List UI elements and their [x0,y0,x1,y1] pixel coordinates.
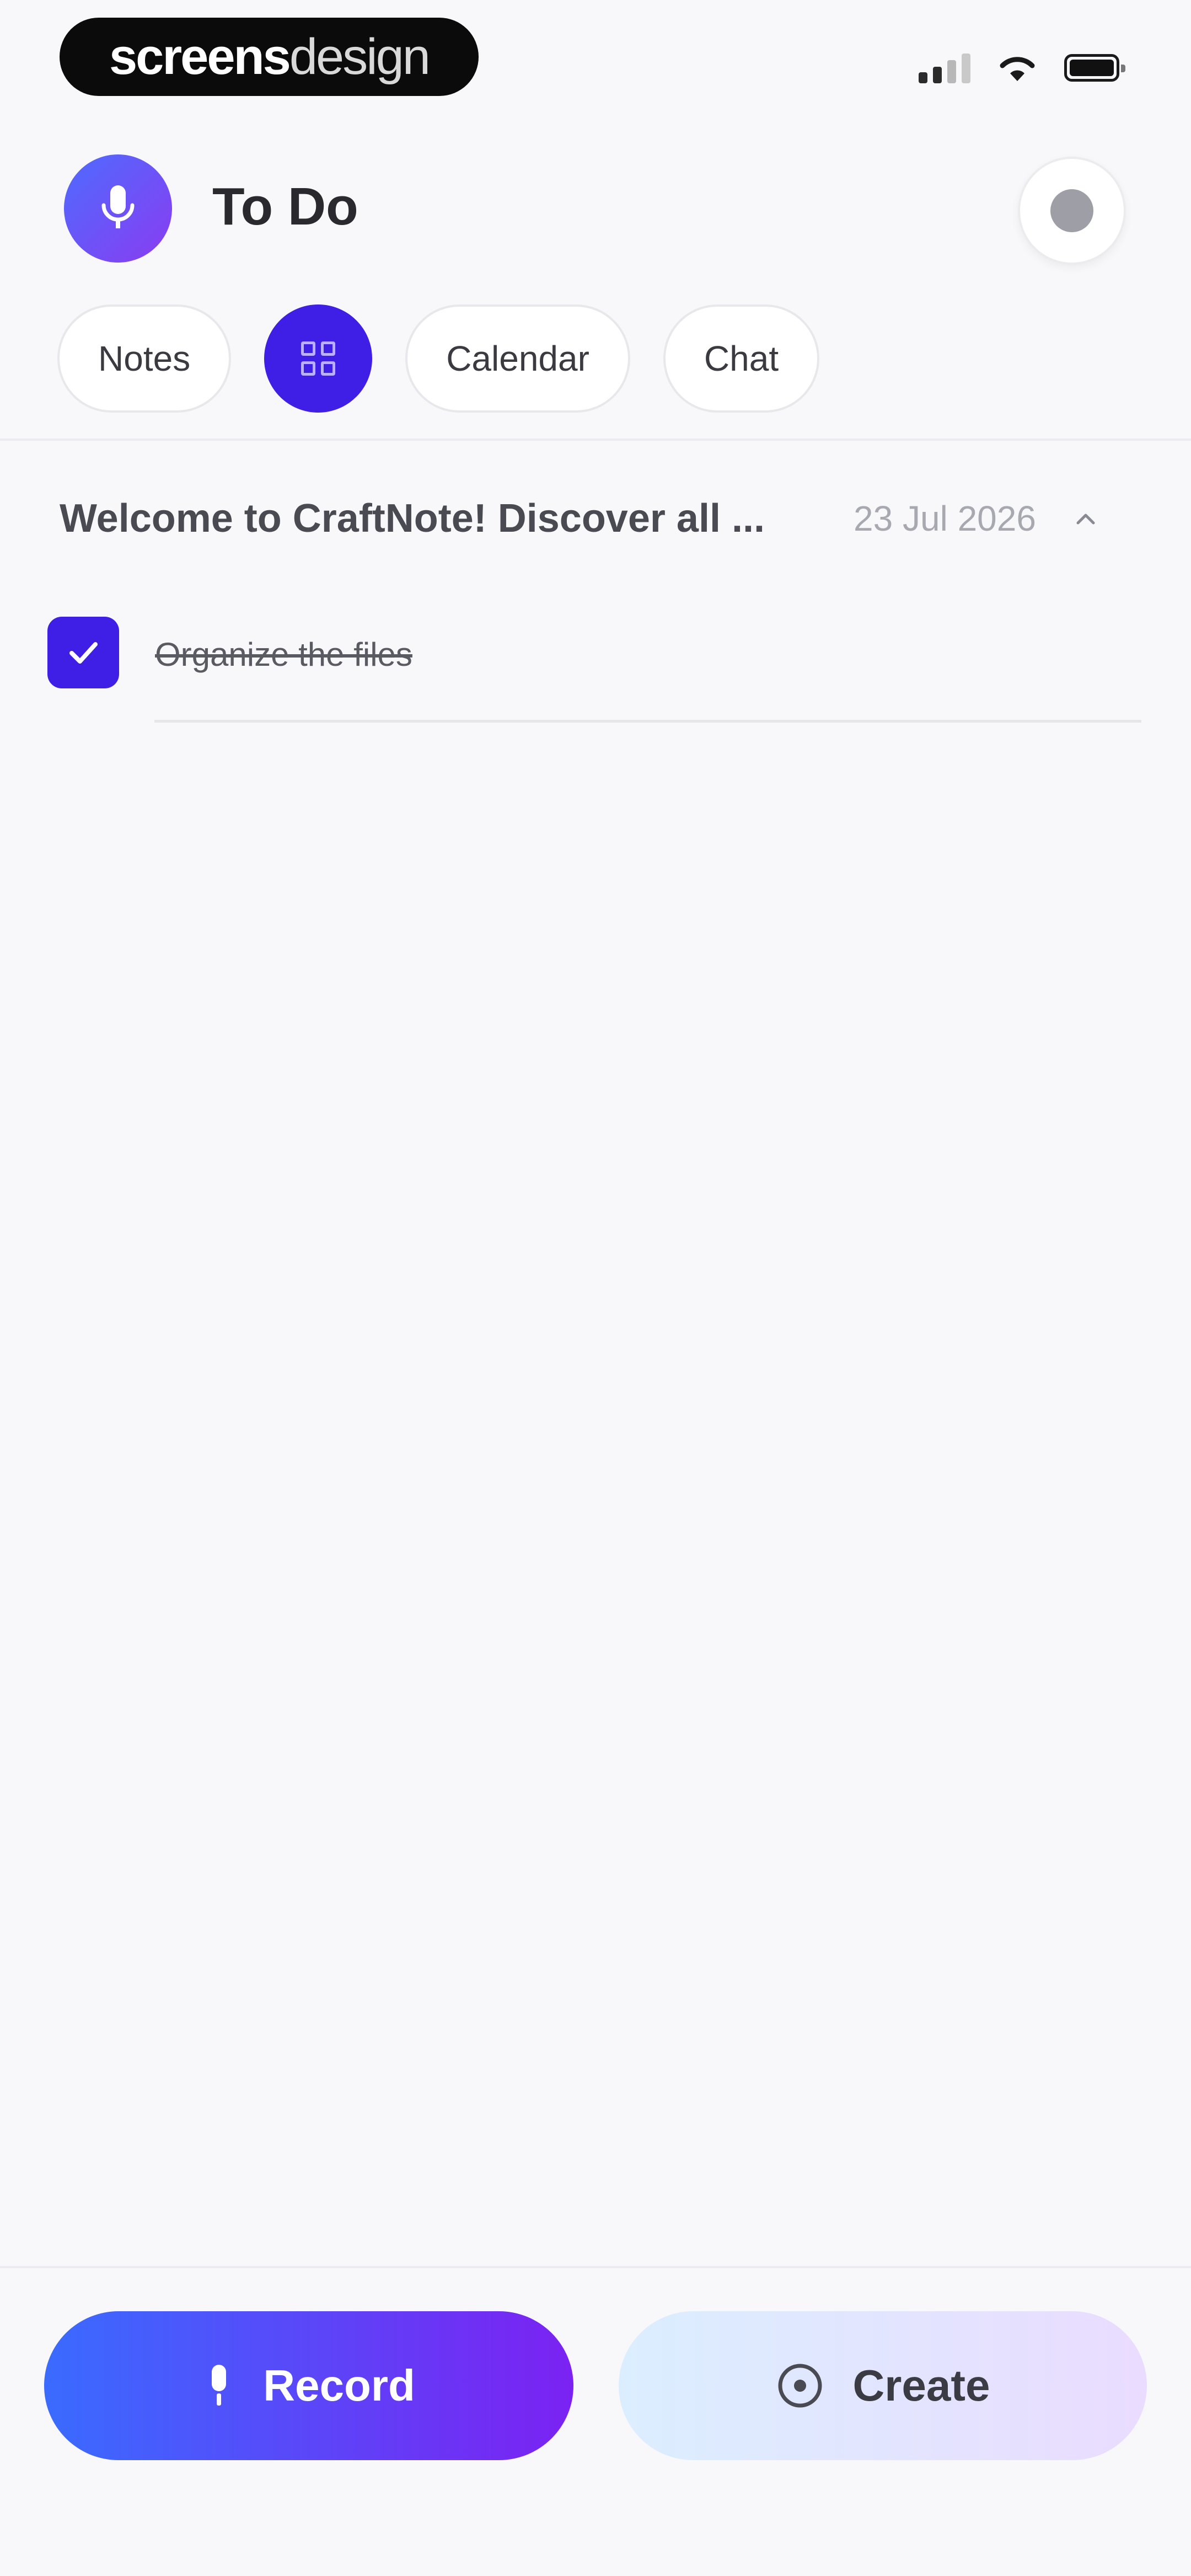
create-label: Create [852,2361,990,2410]
status-icons [919,49,1125,87]
brand-logo: screens design [60,18,479,96]
record-label: Record [263,2361,415,2410]
tab-chat[interactable]: Chat [663,304,820,413]
create-button[interactable]: Create [619,2311,1147,2460]
chevron-up-icon[interactable] [1075,507,1097,530]
page-title: To Do [212,177,358,236]
note-header[interactable]: Welcome to CraftNote! Discover all ... 2… [60,485,1140,552]
status-bar: screens design [0,0,1191,127]
record-button[interactable]: Record [44,2311,573,2460]
brand-text-bold: screens [109,28,291,85]
note-date: 23 Jul 2026 [854,499,1036,538]
brand-text-light: design [289,28,431,85]
note-title: Welcome to CraftNote! Discover all ... [60,496,765,541]
signal-icon [919,52,970,83]
tab-bar: Notes Calendar Chat [57,303,820,414]
divider [0,439,1191,441]
checkmark-icon [69,642,98,664]
tab-calendar[interactable]: Calendar [405,304,630,413]
todo-item: Organize the files [47,617,1150,694]
battery-icon [1064,54,1125,82]
tab-todo[interactable] [264,304,373,413]
bottom-divider [0,2266,1191,2268]
todo-checkbox[interactable] [47,617,119,688]
plus-circle-icon [778,2364,822,2408]
app-screen: screens design To Do Notes Calendar Chat… [0,0,1191,2576]
settings-button[interactable] [1018,157,1126,265]
wifi-icon [1000,57,1035,81]
tab-notes[interactable]: Notes [57,304,232,413]
grid-icon [301,341,336,376]
mic-icon [212,2365,227,2406]
todo-divider [154,720,1141,723]
todo-text[interactable]: Organize the files [155,635,412,674]
settings-dot-icon [1050,189,1093,232]
mic-avatar-icon[interactable] [64,154,172,263]
header: To Do [0,149,1191,270]
